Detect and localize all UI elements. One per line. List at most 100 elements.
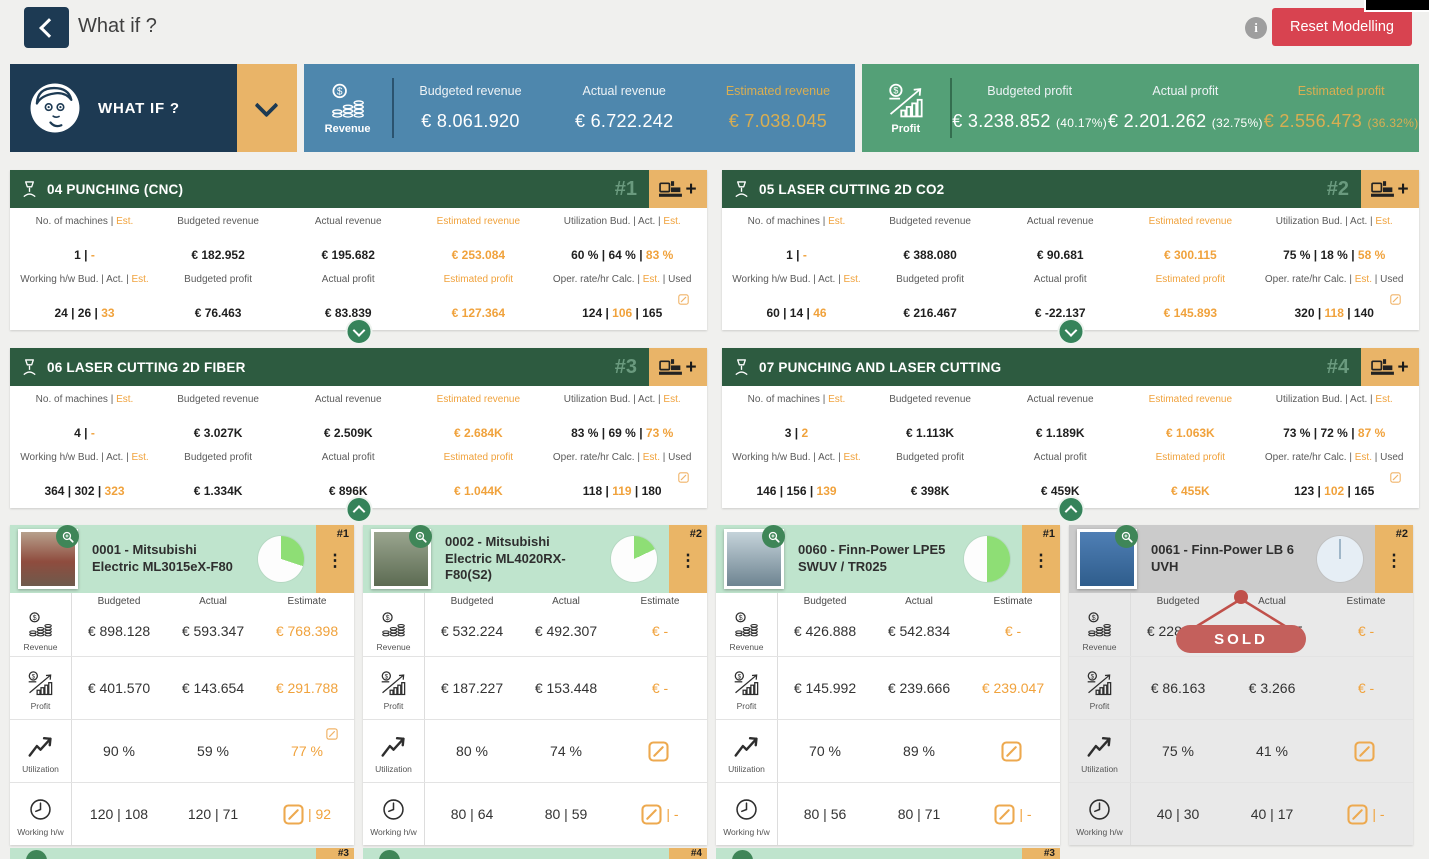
budgeted-revenue-label: Budgeted revenue <box>394 84 548 98</box>
machine-metric-rows: Revenue € 228.600 € 129.085 € - <box>1069 593 1413 845</box>
edit-icon[interactable] <box>1390 472 1401 486</box>
utilization-icon <box>733 733 760 760</box>
table-row: Utilization 75 % 41 % <box>1069 719 1413 782</box>
machine-card-header: 0002 - Mitsubishi Electric ML4020RX-F80(… <box>363 525 707 593</box>
menu-dots-icon[interactable]: ⋮ <box>327 552 344 569</box>
machine-icon <box>659 358 684 376</box>
edit-icon[interactable] <box>678 472 689 486</box>
zoom-photo-button[interactable] <box>1115 525 1138 548</box>
whatif-panel-label: WHAT IF ? <box>98 100 180 117</box>
estimate-cell: € - <box>1319 657 1413 719</box>
stat-label: Oper. rate/hr Calc. | Est. | Used <box>1259 452 1409 477</box>
stat-value: € 253.084 <box>417 248 539 262</box>
row-icon-cell: Revenue <box>363 593 425 656</box>
machine-card-side-strip: #1 ⋮ <box>1022 525 1060 593</box>
menu-dots-icon[interactable]: ⋮ <box>680 552 697 569</box>
info-icon[interactable]: i <box>1245 17 1267 39</box>
machine-title: 0061 - Finn-Power LB 6 UVH <box>1151 542 1303 576</box>
machine-card-partial[interactable]: #3 <box>10 848 354 859</box>
edit-icon[interactable] <box>1001 741 1022 762</box>
zoom-photo-button[interactable] <box>409 525 432 548</box>
group-rank: #1 <box>615 178 649 201</box>
stat-cell: Budgeted profit € 76.463 <box>153 272 283 330</box>
edit-icon[interactable] <box>648 741 669 762</box>
row-label: Revenue <box>376 642 410 652</box>
stat-label: Estimated profit <box>1129 452 1251 477</box>
stat-label: Budgeted revenue <box>869 394 991 419</box>
group-collapse-toggle[interactable] <box>1057 496 1084 523</box>
reset-modelling-button[interactable]: Reset Modelling <box>1272 8 1412 46</box>
magnifier-icon <box>1120 530 1134 544</box>
stat-cell: Oper. rate/hr Calc. | Est. | Used 118 | … <box>543 450 701 508</box>
whatif-dashboard: What if ? i Reset Modelling WHAT IF ? <box>0 0 1429 859</box>
edit-icon[interactable] <box>994 804 1015 825</box>
stat-value: € 76.463 <box>157 306 279 320</box>
stat-value: € 195.682 <box>287 248 409 262</box>
group-title: 06 LASER CUTTING 2D FIBER <box>47 360 246 375</box>
budgeted-value: 80 | 56 <box>778 783 872 845</box>
stat-value: 1 | - <box>732 248 861 262</box>
row-icon-cell: Working h/w <box>716 783 778 845</box>
stat-cell: Working h/w Bud. | Act. | Est. 146 | 156… <box>728 450 865 508</box>
edit-icon[interactable] <box>1347 804 1368 825</box>
zoom-photo-button <box>379 850 400 859</box>
machine-card-partial[interactable]: #4 <box>363 848 707 859</box>
edit-icon[interactable] <box>1390 294 1401 308</box>
budgeted-revenue-value: € 8.061.920 <box>394 111 548 132</box>
group-stats-grid: No. of machines | Est. 1 | - Budgeted re… <box>10 208 707 330</box>
edit-icon[interactable] <box>1354 741 1375 762</box>
budgeted-value: 120 | 108 <box>72 783 166 845</box>
chevron-icon <box>1064 324 1077 337</box>
stat-value: € 2.509K <box>287 426 409 440</box>
menu-dots-icon[interactable]: ⋮ <box>1033 552 1050 569</box>
stat-cell: Working h/w Bud. | Act. | Est. 60 | 14 |… <box>728 272 865 330</box>
machine-group-card: 05 LASER CUTTING 2D CO2 #2 + No. of mach… <box>722 170 1419 330</box>
edit-icon[interactable] <box>641 804 662 825</box>
group-collapse-toggle[interactable] <box>345 496 372 523</box>
stat-value: € 1.113K <box>869 426 991 440</box>
estimate-cell <box>613 720 707 782</box>
add-machine-button[interactable]: + <box>1361 170 1419 208</box>
working-hours-icon <box>27 796 54 823</box>
stat-cell: Budgeted revenue € 3.027K <box>153 392 283 450</box>
estimate-cell: € 291.788 <box>260 657 354 719</box>
group-collapse-toggle[interactable] <box>1057 318 1084 345</box>
working-hours-icon <box>733 796 760 823</box>
stat-cell: Estimated profit € 455K <box>1125 450 1255 508</box>
machine-card-partial[interactable]: #3 <box>716 848 1060 859</box>
zoom-photo-button[interactable] <box>762 525 785 548</box>
stat-label: Utilization Bud. | Act. | Est. <box>547 394 697 419</box>
edit-icon[interactable] <box>678 294 689 308</box>
budgeted-value: € 145.992 <box>778 657 872 719</box>
zoom-photo-button[interactable] <box>56 525 79 548</box>
machine-type-icon <box>732 180 751 199</box>
profit-icon <box>27 670 54 697</box>
estimated-profit-value: € 2.556.473 (36.32%) <box>1263 111 1419 132</box>
stat-label: Actual profit <box>287 452 409 477</box>
stat-value: 24 | 26 | 33 <box>20 306 149 320</box>
stat-value: € 455K <box>1129 484 1251 498</box>
add-machine-button[interactable]: + <box>649 170 707 208</box>
stat-label: Working h/w Bud. | Act. | Est. <box>20 452 149 477</box>
stat-value: € 83.839 <box>287 306 409 320</box>
add-machine-button[interactable]: + <box>1361 348 1419 386</box>
edit-icon[interactable] <box>326 728 338 740</box>
thinking-avatar-icon <box>26 79 84 137</box>
whatif-dropdown-button[interactable] <box>237 64 297 152</box>
menu-dots-icon[interactable]: ⋮ <box>1386 552 1403 569</box>
actual-profit-label: Actual profit <box>1108 84 1264 98</box>
back-button[interactable] <box>24 7 69 48</box>
estimate-value: € 239.047 <box>982 680 1044 696</box>
group-collapse-toggle[interactable] <box>345 318 372 345</box>
stat-value: € 388.080 <box>869 248 991 262</box>
stat-label: Utilization Bud. | Act. | Est. <box>547 216 697 241</box>
stat-cell: Budgeted revenue € 1.113K <box>865 392 995 450</box>
add-machine-button[interactable]: + <box>649 348 707 386</box>
edit-icon[interactable] <box>283 804 304 825</box>
group-card-header: 06 LASER CUTTING 2D FIBER #3 + <box>10 348 707 386</box>
machine-icon <box>659 180 684 198</box>
estimate-cell <box>1319 720 1413 782</box>
stat-label: Estimated profit <box>417 452 539 477</box>
row-label: Working h/w <box>370 827 417 837</box>
stat-value: € 1.044K <box>417 484 539 498</box>
